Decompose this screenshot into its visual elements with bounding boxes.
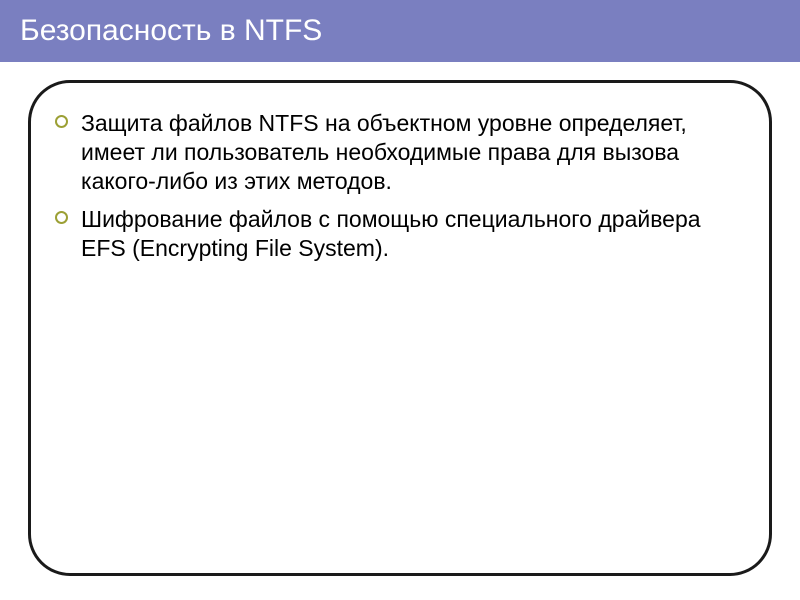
content-frame: Защита файлов NTFS на объектном уровне о…: [28, 80, 772, 576]
bullet-icon: [55, 115, 68, 128]
slide-title-bar: Безопасность в NTFS: [0, 0, 800, 64]
list-item: Защита файлов NTFS на объектном уровне о…: [81, 109, 733, 195]
slide-title: Безопасность в NTFS: [20, 14, 322, 47]
bullet-text: Шифрование файлов с помощью специального…: [81, 206, 701, 261]
bullet-icon: [55, 211, 68, 224]
bullet-text: Защита файлов NTFS на объектном уровне о…: [81, 110, 687, 194]
list-item: Шифрование файлов с помощью специального…: [81, 205, 733, 263]
